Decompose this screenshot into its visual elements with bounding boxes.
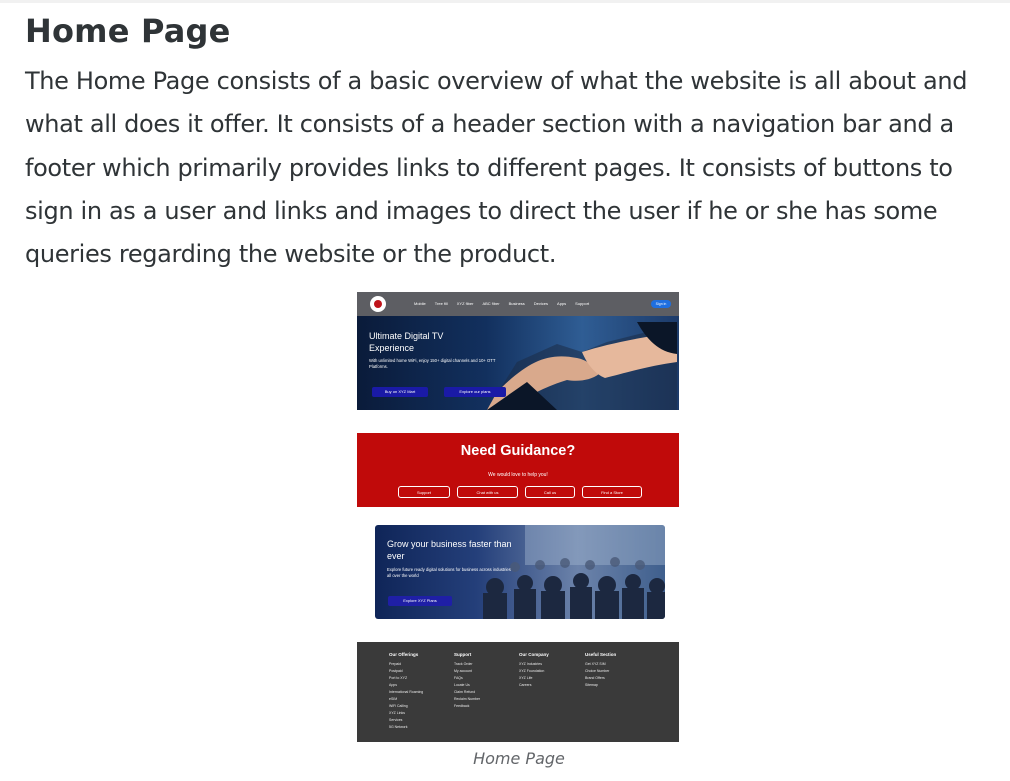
footer-link[interactable]: International Roaming <box>389 689 423 696</box>
footer-link[interactable]: Claim Refund <box>454 689 480 696</box>
footer-link[interactable]: XYZ Life <box>519 675 549 682</box>
footer-link[interactable]: FAQs <box>454 675 480 682</box>
footer-link[interactable]: Services <box>389 717 423 724</box>
chat-button[interactable]: Chat with us <box>457 486 518 498</box>
footer-column-title: Support <box>454 652 472 657</box>
figure-caption: Home Page <box>473 749 565 768</box>
section-heading: Home Page <box>25 12 231 50</box>
guidance-subtitle: We would love to help you! <box>488 472 548 478</box>
nav-item-support[interactable]: Support <box>575 301 589 306</box>
footer-link[interactable]: Brand Offers <box>585 675 616 682</box>
nav-item-xyz-fiber[interactable]: XYZ fiber <box>457 301 474 306</box>
footer-link[interactable]: XYZ Foundation <box>519 668 549 675</box>
footer-column-company: Our Company XYZ Industries XYZ Foundatio… <box>519 652 549 689</box>
hero-title: Ultimate Digital TV Experience <box>369 331 444 353</box>
nav-item-devices[interactable]: Devices <box>534 301 548 306</box>
sign-in-button[interactable]: Sign in <box>651 300 671 308</box>
nav-item-abc-fiber[interactable]: ABC fiber <box>482 301 499 306</box>
footer-link[interactable]: Prepaid <box>389 661 423 668</box>
guidance-screenshot: Need Guidance? We would love to help you… <box>357 433 679 507</box>
guidance-title: Need Guidance? <box>460 443 576 459</box>
top-divider <box>0 0 1010 3</box>
footer-link[interactable]: XYZ Industries <box>519 661 549 668</box>
footer-column-title: Our Company <box>519 652 549 657</box>
brand-logo-icon <box>370 296 386 312</box>
intro-paragraph: The Home Page consists of a basic overvi… <box>25 67 968 269</box>
footer-link[interactable]: Reclaim Number <box>454 696 480 703</box>
footer-column-offerings: Our Offerings Prepaid Postpaid Port to X… <box>389 652 423 731</box>
footer-link[interactable]: Apps <box>389 682 423 689</box>
hero-subtitle: With unlimited home WiFi, enjoy 150+ dig… <box>369 358 496 369</box>
buy-button[interactable]: Buy on XYZ Mart <box>372 387 428 397</box>
footer-link[interactable]: 5G Network <box>389 724 423 731</box>
footer-link[interactable]: Locate Us <box>454 682 480 689</box>
footer-column-title: Our Offerings <box>389 652 419 657</box>
footer-link[interactable]: Get XYZ SIM <box>585 661 616 668</box>
call-button[interactable]: Call us <box>525 486 575 498</box>
footer-link[interactable]: Feedback <box>454 703 480 710</box>
grow-subtitle: Explore future ready digital solutions f… <box>387 567 511 578</box>
grow-title: Grow your business faster than ever <box>387 539 512 561</box>
nav-item-business[interactable]: Business <box>509 301 525 306</box>
explore-plans-button[interactable]: Explore our plans <box>444 387 506 397</box>
footer-link[interactable]: Careers <box>519 682 549 689</box>
footer-column-title: Useful Section <box>585 652 617 657</box>
hero-screenshot: Mobile Tree fill XYZ fiber ABC fiber Bus… <box>357 292 679 410</box>
footer-link[interactable]: Track Order <box>454 661 480 668</box>
footer-column-useful: Useful Section Get XYZ SIM Choice Number… <box>585 652 616 689</box>
support-button[interactable]: Support <box>398 486 450 498</box>
footer-link[interactable]: Choice Number <box>585 668 616 675</box>
footer-link[interactable]: eSIM <box>389 696 423 703</box>
footer-column-support: Support Track Order My account FAQs Loca… <box>454 652 480 710</box>
grow-business-screenshot: Grow your business faster than ever Expl… <box>375 525 665 619</box>
footer-link[interactable]: My account <box>454 668 480 675</box>
footer-link[interactable]: Postpaid <box>389 668 423 675</box>
find-store-button[interactable]: Find a Store <box>582 486 642 498</box>
explore-xyz-plans-button[interactable]: Explore XYZ Plans <box>388 596 452 606</box>
hero-navbar: Mobile Tree fill XYZ fiber ABC fiber Bus… <box>357 292 679 316</box>
footer-screenshot: Our Offerings Prepaid Postpaid Port to X… <box>357 642 679 742</box>
footer-link[interactable]: XYZ Links <box>389 710 423 717</box>
handshake-image <box>487 322 677 410</box>
footer-link[interactable]: Sitemap <box>585 682 616 689</box>
nav-item-tree-fill[interactable]: Tree fill <box>435 301 448 306</box>
nav-item-mobile[interactable]: Mobile <box>414 301 426 306</box>
footer-link[interactable]: WiFi Calling <box>389 703 423 710</box>
footer-link[interactable]: Port to XYZ <box>389 675 423 682</box>
nav-item-apps[interactable]: Apps <box>557 301 566 306</box>
